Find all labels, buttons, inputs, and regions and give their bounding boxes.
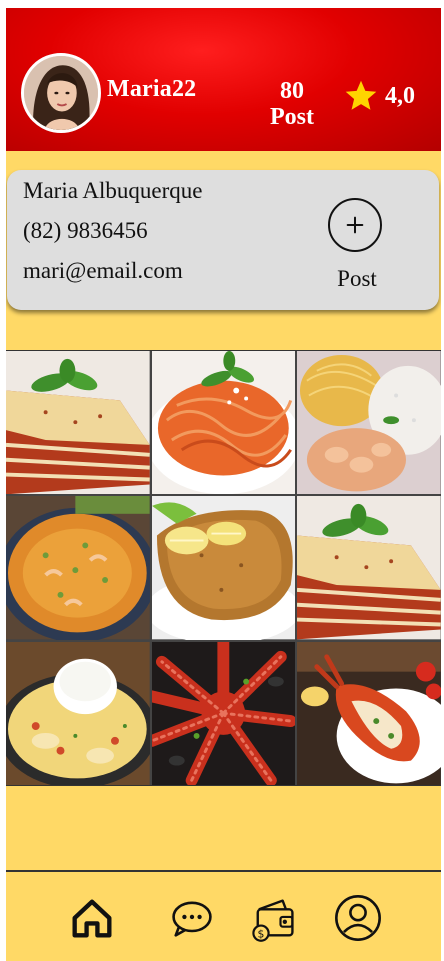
rating-value: 4,0 <box>385 82 415 109</box>
star-icon <box>345 80 377 110</box>
nav-wallet-button[interactable]: $ <box>248 892 300 944</box>
post-count-label: Post <box>270 104 314 130</box>
octopus-photo <box>151 641 296 785</box>
photo-tile[interactable] <box>6 641 150 785</box>
photo-tile[interactable] <box>151 351 296 495</box>
spaghetti-photo <box>151 351 296 495</box>
photo-tile[interactable] <box>297 351 441 495</box>
avatar-photo <box>24 56 98 130</box>
post-count: 80 <box>280 78 304 104</box>
profile-info-card: Maria Albuquerque (82) 9836456 mari@emai… <box>7 170 439 310</box>
profile-icon <box>335 895 381 941</box>
photo-tile[interactable] <box>151 496 296 640</box>
plus-icon <box>346 216 364 234</box>
nav-profile-button[interactable] <box>332 892 384 944</box>
rice-fish-stew-photo <box>6 641 150 785</box>
profile-screen: Maria22 80 Post 4,0 Maria Albuquerque (8… <box>6 8 441 961</box>
photo-tile[interactable] <box>297 641 441 785</box>
noodles-shrimp-rice-photo <box>297 351 441 495</box>
breaded-cutlet-photo <box>151 496 296 640</box>
svg-text:$: $ <box>258 928 265 941</box>
rating-stat: 4,0 <box>343 78 415 114</box>
profile-name: Maria Albuquerque <box>23 178 203 203</box>
wallet-icon: $ <box>252 899 294 942</box>
photo-tile[interactable] <box>297 496 441 640</box>
home-icon <box>72 899 112 938</box>
shrimp-stew-photo <box>6 496 150 640</box>
profile-email: mari@email.com <box>23 258 183 283</box>
profile-header: Maria22 80 Post 4,0 <box>6 8 441 151</box>
bottom-nav: $ <box>6 870 441 961</box>
chat-icon <box>172 901 212 937</box>
photo-tile[interactable] <box>6 496 150 640</box>
add-post-label: Post <box>337 266 377 291</box>
add-post-button[interactable] <box>328 198 382 252</box>
lobster-photo <box>297 641 441 785</box>
lasagna-photo <box>6 351 150 495</box>
profile-phone: (82) 9836456 <box>23 218 148 243</box>
nav-chat-button[interactable] <box>166 892 218 944</box>
post-count-stat: 80 Post <box>262 78 322 130</box>
photo-grid <box>6 350 441 786</box>
avatar[interactable] <box>21 53 101 133</box>
lasagna-photo <box>297 496 441 640</box>
nav-home-button[interactable] <box>66 892 118 944</box>
username: Maria22 <box>107 76 197 102</box>
photo-tile[interactable] <box>151 641 296 785</box>
photo-tile[interactable] <box>6 351 150 495</box>
